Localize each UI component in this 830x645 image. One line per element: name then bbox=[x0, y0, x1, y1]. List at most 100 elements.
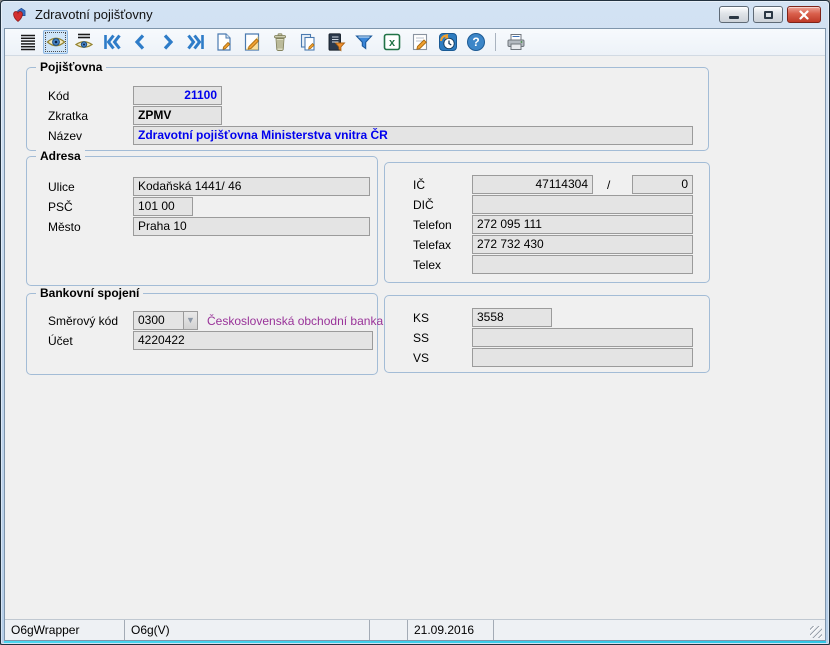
filter-form-icon bbox=[326, 32, 346, 52]
copy-record-button[interactable] bbox=[295, 30, 320, 54]
export-excel-button[interactable]: x bbox=[379, 30, 404, 54]
close-button[interactable] bbox=[787, 6, 821, 23]
filter-form-button[interactable] bbox=[323, 30, 348, 54]
ss-label: SS bbox=[413, 329, 429, 348]
statusbar-cell-5 bbox=[494, 620, 825, 640]
record-form: Pojišťovna Kód 21100 Zkratka ZPMV Název … bbox=[5, 56, 825, 619]
kod-label: Kód bbox=[48, 87, 69, 106]
app-window: Zdravotní pojišťovny bbox=[0, 0, 830, 645]
dic-field[interactable] bbox=[472, 195, 693, 214]
statusbar-cell-3 bbox=[370, 620, 408, 640]
ic-label: IČ bbox=[413, 176, 425, 195]
minimize-button[interactable] bbox=[719, 6, 749, 23]
window-title: Zdravotní pojišťovny bbox=[35, 7, 719, 22]
statusbar-module-cell: O6g(V) bbox=[125, 620, 370, 640]
help-button[interactable]: ? bbox=[463, 30, 488, 54]
last-record-icon bbox=[186, 32, 206, 52]
svg-text:?: ? bbox=[472, 35, 479, 49]
export-excel-icon: x bbox=[382, 32, 402, 52]
zkratka-field[interactable]: ZPMV bbox=[133, 106, 222, 125]
new-record-icon bbox=[214, 32, 234, 52]
psc-label: PSČ bbox=[48, 198, 73, 217]
window-controls bbox=[719, 6, 821, 23]
app-icon bbox=[11, 7, 29, 23]
eye-lines-icon bbox=[74, 32, 94, 52]
edit-record-button[interactable] bbox=[239, 30, 264, 54]
telefax-field[interactable]: 272 732 430 bbox=[472, 235, 693, 254]
statusbar: O6gWrapper O6g(V) 21.09.2016 bbox=[5, 619, 825, 640]
telefon-label: Telefon bbox=[413, 216, 452, 235]
toolbar: x bbox=[5, 29, 825, 56]
edit-document-icon bbox=[410, 32, 430, 52]
titlebar: Zdravotní pojišťovny bbox=[4, 1, 826, 28]
ic-suffix-field[interactable]: 0 bbox=[632, 175, 693, 194]
copy-record-icon bbox=[298, 32, 318, 52]
filter-button[interactable] bbox=[351, 30, 376, 54]
edit-document-button[interactable] bbox=[407, 30, 432, 54]
telefax-label: Telefax bbox=[413, 236, 451, 255]
mesto-label: Město bbox=[48, 218, 81, 237]
maximize-icon bbox=[764, 11, 773, 19]
ucet-field[interactable]: 4220422 bbox=[133, 331, 373, 350]
svg-text:x: x bbox=[388, 37, 395, 49]
groupbox-banka: Bankovní spojení Směrový kód 0300 ▼ Česk… bbox=[26, 293, 378, 375]
filter-icon bbox=[354, 32, 374, 52]
view-record-button[interactable] bbox=[43, 30, 68, 54]
ks-label: KS bbox=[413, 309, 429, 328]
edit-record-icon bbox=[242, 32, 262, 52]
history-button[interactable] bbox=[435, 30, 460, 54]
view-summary-button[interactable] bbox=[71, 30, 96, 54]
client-area: x bbox=[4, 28, 826, 641]
telex-label: Telex bbox=[413, 256, 441, 275]
groupbox-symboly: KS 3558 SS VS bbox=[384, 295, 710, 373]
ic-separator: / bbox=[607, 176, 610, 195]
mesto-field[interactable]: Praha 10 bbox=[133, 217, 370, 236]
groupbox-adresa: Adresa Ulice Kodaňská 1441/ 46 PSČ 101 0… bbox=[26, 156, 378, 286]
print-icon bbox=[506, 32, 526, 52]
list-button[interactable] bbox=[15, 30, 40, 54]
next-record-icon bbox=[158, 32, 178, 52]
resize-grip[interactable] bbox=[810, 626, 822, 638]
ss-field[interactable] bbox=[472, 328, 693, 347]
previous-record-button[interactable] bbox=[127, 30, 152, 54]
telex-field[interactable] bbox=[472, 255, 693, 274]
statusbar-app-cell: O6gWrapper bbox=[5, 620, 125, 640]
ulice-label: Ulice bbox=[48, 178, 75, 197]
banka-nazev-text: Československá obchodní banka bbox=[207, 312, 383, 331]
vs-label: VS bbox=[413, 349, 429, 368]
ulice-field[interactable]: Kodaňská 1441/ 46 bbox=[133, 177, 370, 196]
ks-field[interactable]: 3558 bbox=[472, 308, 552, 327]
groupbox-adresa-legend: Adresa bbox=[36, 149, 85, 163]
last-record-button[interactable] bbox=[183, 30, 208, 54]
telefon-field[interactable]: 272 095 111 bbox=[472, 215, 693, 234]
nazev-label: Název bbox=[48, 127, 82, 146]
first-record-icon bbox=[102, 32, 122, 52]
new-record-button[interactable] bbox=[211, 30, 236, 54]
toolbar-separator bbox=[495, 33, 496, 51]
maximize-button[interactable] bbox=[753, 6, 783, 23]
delete-record-button[interactable] bbox=[267, 30, 292, 54]
minimize-icon bbox=[729, 16, 739, 19]
zkratka-label: Zkratka bbox=[48, 107, 88, 126]
print-button[interactable] bbox=[503, 30, 528, 54]
psc-field[interactable]: 101 00 bbox=[133, 197, 193, 216]
ic-field[interactable]: 47114304 bbox=[472, 175, 593, 194]
close-icon bbox=[799, 10, 809, 20]
list-icon bbox=[18, 32, 38, 52]
groupbox-banka-legend: Bankovní spojení bbox=[36, 286, 143, 300]
nazev-field[interactable]: Zdravotní pojišťovna Ministerstva vnitra… bbox=[133, 126, 693, 145]
groupbox-pojistovna: Pojišťovna Kód 21100 Zkratka ZPMV Název … bbox=[26, 67, 709, 151]
groupbox-pojistovna-legend: Pojišťovna bbox=[36, 60, 106, 74]
smerovy-kod-dropdown-button[interactable]: ▼ bbox=[183, 311, 198, 330]
help-icon: ? bbox=[466, 32, 486, 52]
vs-field[interactable] bbox=[472, 348, 693, 367]
previous-record-icon bbox=[130, 32, 150, 52]
smerovy-kod-field[interactable]: 0300 bbox=[133, 311, 184, 330]
next-record-button[interactable] bbox=[155, 30, 180, 54]
window-frame-edge bbox=[4, 643, 826, 644]
history-icon bbox=[438, 32, 458, 52]
statusbar-date-cell: 21.09.2016 bbox=[408, 620, 494, 640]
delete-record-icon bbox=[270, 32, 290, 52]
kod-field[interactable]: 21100 bbox=[133, 86, 222, 105]
first-record-button[interactable] bbox=[99, 30, 124, 54]
